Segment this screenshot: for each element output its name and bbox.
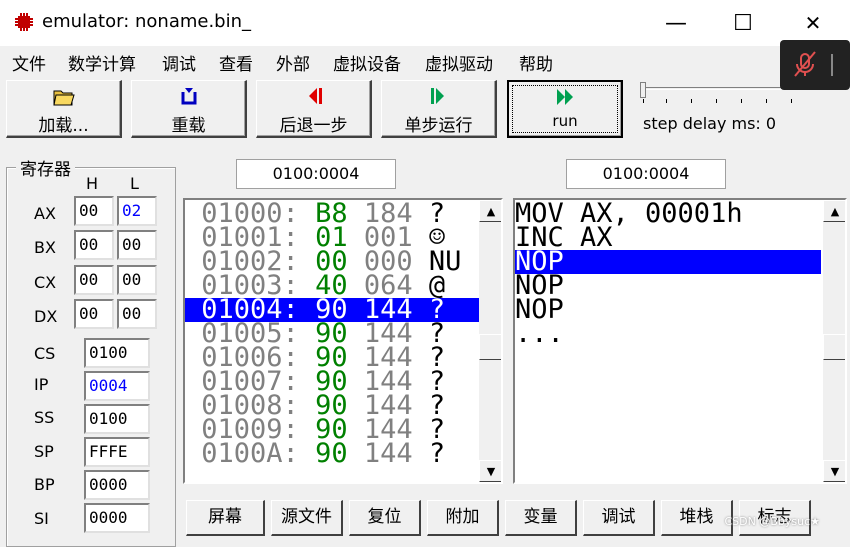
run-button[interactable]: run: [507, 80, 623, 138]
folder-open-icon: [7, 85, 120, 111]
reload-button[interactable]: 重载: [131, 80, 247, 138]
registers-title: 寄存器: [16, 155, 75, 180]
scroll-down-arrow-icon[interactable]: ▼: [823, 460, 845, 482]
reg-sp-label: SP: [34, 442, 54, 461]
step-forward-icon: [382, 85, 495, 111]
scroll-down-arrow-icon[interactable]: ▼: [479, 460, 501, 482]
reg-ss-value[interactable]: 0100: [84, 404, 150, 434]
reg-cs-label: CS: [34, 344, 56, 363]
reg-si-value[interactable]: 0000: [84, 503, 150, 533]
load-label: 加载...: [38, 116, 89, 136]
slider-tick: [791, 99, 792, 103]
reg-bx-low[interactable]: 00: [117, 230, 157, 260]
reg-ip-value[interactable]: 0004: [84, 371, 150, 401]
low-byte-header: L: [130, 174, 139, 193]
reg-ip-label: IP: [34, 375, 49, 394]
window-title: emulator: noname.bin_: [42, 11, 252, 32]
step-back-button[interactable]: 后退一步: [256, 80, 372, 138]
menu-external[interactable]: 外部: [276, 50, 310, 75]
slider-tick: [716, 99, 717, 103]
debug-button[interactable]: 调试: [583, 500, 655, 536]
reg-ax-high[interactable]: 00: [74, 196, 114, 226]
reg-dx-label: DX: [34, 307, 58, 326]
close-button[interactable]: ✕: [790, 8, 836, 38]
slider-tick: [643, 99, 644, 103]
menu-help[interactable]: 帮助: [519, 50, 553, 75]
reg-ss-label: SS: [34, 408, 55, 427]
reg-cx-high[interactable]: 00: [74, 265, 114, 295]
chip-icon: [14, 12, 34, 32]
disassembly-scroll-thumb[interactable]: [823, 334, 845, 360]
slider-tick: [766, 99, 767, 103]
slider-tick: [666, 99, 667, 103]
vars-button[interactable]: 变量: [505, 500, 577, 536]
disassembly-row[interactable]: ...: [515, 320, 821, 347]
maximize-button[interactable]: ☐: [720, 8, 766, 38]
reg-bp-label: BP: [34, 475, 55, 494]
disassembly-scrollbar[interactable]: ▲ ▼: [823, 200, 845, 482]
memory-list[interactable]: 01000: B8 184 ? 01001: 01 001 ☺ 01002: 0…: [183, 198, 503, 484]
reg-dx-low[interactable]: 00: [117, 299, 157, 329]
stack-button[interactable]: 堆栈: [661, 500, 733, 536]
load-button[interactable]: 加载...: [6, 80, 122, 138]
menu-virtual-devices[interactable]: 虚拟设备: [333, 50, 401, 75]
reg-ax-low[interactable]: 02: [117, 196, 157, 226]
menu-debug[interactable]: 调试: [162, 50, 196, 75]
reg-dx-high[interactable]: 00: [74, 299, 114, 329]
single-step-button[interactable]: 单步运行: [381, 80, 497, 138]
source-button[interactable]: 源文件: [271, 500, 343, 536]
menu-view[interactable]: 查看: [219, 50, 253, 75]
screen-button[interactable]: 屏幕: [186, 500, 265, 536]
mic-muted-icon: [794, 51, 833, 77]
mic-muted-overlay[interactable]: [780, 40, 850, 90]
memory-row-char: ?: [428, 438, 446, 469]
memory-address-field[interactable]: 0100:0004: [236, 159, 396, 189]
menu-bar: 文件 数学计算 调试 查看 外部 虚拟设备 虚拟驱动 帮助: [0, 46, 850, 75]
reload-label: 重载: [171, 116, 206, 136]
menu-virtual-drives[interactable]: 虚拟驱动: [425, 50, 493, 75]
reg-bx-label: BX: [34, 238, 56, 257]
step-delay-slider-thumb[interactable]: [640, 82, 646, 98]
memory-row-address: 0100A:: [201, 438, 299, 469]
reg-bp-value[interactable]: 0000: [84, 470, 150, 500]
memory-row-hex: 90: [315, 438, 348, 469]
menu-file[interactable]: 文件: [12, 50, 46, 75]
memory-scrollbar[interactable]: ▲ ▼: [479, 200, 501, 482]
step-delay-label: step delay ms: 0: [643, 114, 777, 133]
high-byte-header: H: [86, 174, 99, 193]
step-back-label: 后退一步: [279, 116, 348, 136]
reg-cs-value[interactable]: 0100: [84, 338, 150, 368]
slider-tick: [741, 99, 742, 103]
reg-ax-label: AX: [34, 204, 56, 223]
reg-sp-value[interactable]: FFFE: [84, 437, 150, 467]
slider-tick: [691, 99, 692, 103]
reg-si-label: SI: [34, 509, 49, 528]
scroll-up-arrow-icon[interactable]: ▲: [823, 200, 845, 222]
memory-scroll-thumb[interactable]: [479, 334, 501, 360]
watermark: CSDN @Bbysuc★: [724, 515, 820, 528]
scroll-up-arrow-icon[interactable]: ▲: [479, 200, 501, 222]
disassembly-list[interactable]: MOV AX, 00001h INC AX NOP NOP NOP ... ▲ …: [513, 198, 847, 484]
aux-button[interactable]: 附加: [427, 500, 499, 536]
reg-cx-low[interactable]: 00: [117, 265, 157, 295]
menu-math[interactable]: 数学计算: [68, 50, 136, 75]
step-delay-slider-track[interactable]: [646, 87, 796, 90]
disassembly-address-field[interactable]: 0100:0004: [566, 159, 726, 189]
reset-button[interactable]: 复位: [349, 500, 421, 536]
memory-row-decimal: 144: [363, 438, 413, 469]
reload-icon: [132, 85, 245, 111]
step-back-icon: [257, 85, 370, 111]
reg-bx-high[interactable]: 00: [74, 230, 114, 260]
minimize-button[interactable]: —: [653, 8, 699, 38]
single-step-label: 单步运行: [404, 116, 473, 136]
reg-cx-label: CX: [34, 273, 57, 292]
memory-row[interactable]: 0100A: 90 144 ?: [185, 440, 479, 467]
